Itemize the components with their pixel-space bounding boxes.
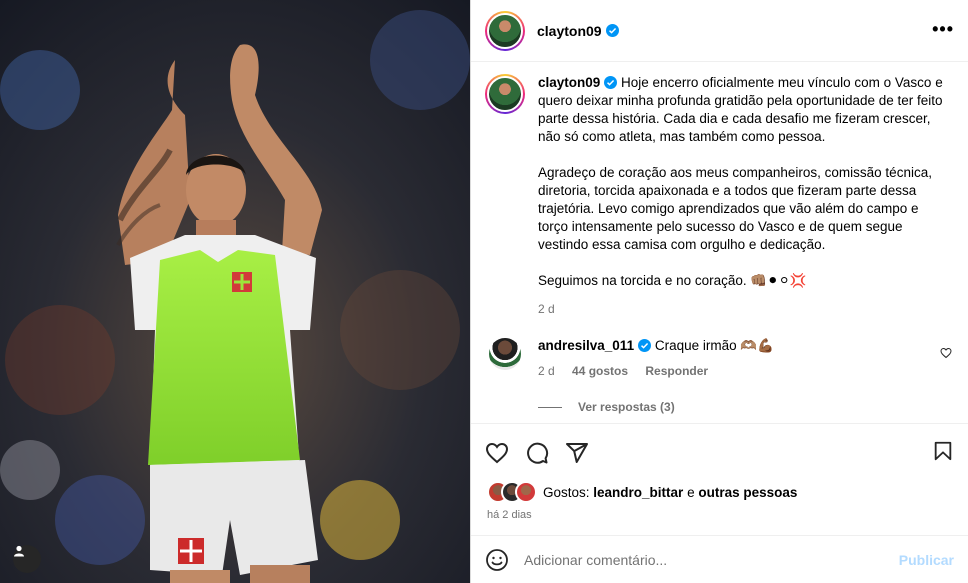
share-button[interactable] — [565, 441, 589, 465]
liker-avatar[interactable] — [515, 481, 537, 503]
emoji-icon[interactable] — [485, 548, 509, 572]
comment-input[interactable] — [524, 551, 864, 568]
likes-summary: Gostos: leandro_bittar e outras pessoas — [471, 481, 968, 503]
like-button[interactable] — [485, 441, 509, 465]
comment-likes[interactable]: 44 gostos — [572, 364, 628, 378]
add-comment-bar: Publicar — [471, 535, 968, 583]
author-username[interactable]: clayton09 — [537, 23, 602, 39]
comment: andresilva_011 Craque irmão 🫶🏽💪🏾 2 d 44 … — [485, 338, 952, 378]
author-avatar[interactable] — [485, 10, 525, 51]
post-actions-bar — [471, 423, 968, 481]
player-photo-illustration — [0, 0, 470, 583]
bookmark-icon — [934, 441, 952, 461]
likes-conjunction: e — [683, 484, 699, 500]
send-icon — [566, 442, 588, 463]
verified-badge-icon — [638, 339, 652, 352]
post-timestamp[interactable]: há 2 dias — [471, 503, 968, 529]
comment-body: andresilva_011 Craque irmão 🫶🏽💪🏾 2 d 44 … — [538, 338, 918, 378]
caption-author-avatar[interactable] — [485, 74, 525, 114]
tagged-users-button[interactable] — [13, 545, 41, 573]
caption-paragraph-1: clayton09 Hoje encerro oficialmente meu … — [538, 74, 948, 146]
caption-time[interactable]: 2 d — [538, 302, 948, 316]
verified-badge-icon — [605, 24, 619, 37]
post-details-panel: clayton09 ••• clayton09 Hoje encerro ofi… — [470, 0, 968, 583]
comment-button[interactable] — [525, 441, 549, 465]
person-icon — [14, 545, 24, 557]
view-replies-label: Ver respostas (3) — [578, 400, 675, 414]
comment-text: Craque irmão 🫶🏽💪🏾 — [654, 338, 774, 353]
view-replies-button[interactable]: Ver respostas (3) — [538, 400, 952, 414]
other-likers-link[interactable]: outras pessoas — [698, 485, 797, 500]
like-comment-heart-icon[interactable] — [940, 347, 952, 359]
replies-divider — [538, 406, 562, 408]
more-options-button[interactable]: ••• — [932, 20, 954, 38]
likes-text: Gostos: leandro_bittar e outras pessoas — [543, 485, 797, 500]
publish-button[interactable]: Publicar — [899, 552, 954, 568]
instagram-post-modal: clayton09 ••• clayton09 Hoje encerro ofi… — [0, 0, 968, 583]
post-header: clayton09 ••• — [471, 0, 968, 62]
likes-prefix: Gostos: — [543, 484, 594, 500]
comments-scroll-area[interactable]: clayton09 Hoje encerro oficialmente meu … — [471, 62, 968, 423]
caption-username[interactable]: clayton09 — [538, 75, 600, 90]
caption-paragraph-3: Seguimos na torcida e no coração. 👊🏽⚫⚪💢 — [538, 273, 807, 288]
save-button[interactable] — [932, 440, 954, 465]
caption-body: clayton09 Hoje encerro oficialmente meu … — [538, 74, 948, 316]
verified-badge-icon — [604, 76, 618, 89]
post-photo — [0, 0, 470, 583]
reply-button[interactable]: Responder — [645, 364, 708, 378]
commenter-avatar[interactable] — [489, 338, 521, 370]
commenter-username[interactable]: andresilva_011 — [538, 338, 634, 353]
caption: clayton09 Hoje encerro oficialmente meu … — [485, 74, 952, 316]
caption-paragraph-2: Agradeço de coração aos meus companheiro… — [538, 165, 932, 252]
heart-icon — [485, 442, 509, 463]
comment-icon — [527, 442, 549, 464]
comment-time[interactable]: 2 d — [538, 364, 555, 378]
liker-username[interactable]: leandro_bittar — [593, 485, 683, 500]
